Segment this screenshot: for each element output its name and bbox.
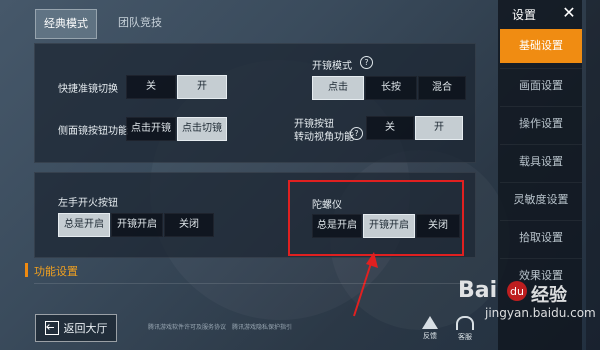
- scope-button-view-off-option[interactable]: 关: [366, 116, 414, 140]
- side-scope-toggle: 点击开镜 点击切镜: [126, 117, 228, 141]
- section-accent-bar: [25, 263, 28, 277]
- feedback-label: 反馈: [423, 332, 437, 340]
- scope-button-view-on-option[interactable]: 开: [415, 116, 463, 140]
- left-fire-label: 左手开火按钮: [58, 198, 118, 209]
- svg-text:du: du: [510, 285, 524, 298]
- scope-button-view-toggle: 关 开: [366, 116, 464, 140]
- sidebar-item-controls[interactable]: 操作设置: [500, 106, 582, 141]
- annotation-arrow: [353, 252, 378, 317]
- sidebar-item-sensitivity[interactable]: 灵敏度设置: [500, 182, 582, 217]
- support-label: 客服: [458, 333, 472, 341]
- tab-classic-mode[interactable]: 经典模式: [35, 9, 97, 39]
- quick-scope-on-option[interactable]: 开: [177, 75, 227, 99]
- close-icon[interactable]: ✕: [558, 2, 580, 24]
- scope-mode-label: 开镜模式: [312, 61, 352, 72]
- sidebar-item-graphics[interactable]: 画面设置: [500, 68, 582, 103]
- scope-settings-panel: [34, 43, 476, 163]
- annotation-highlight-box: [288, 180, 464, 256]
- help-icon[interactable]: ?: [360, 56, 373, 69]
- paw-icon: du: [507, 281, 527, 301]
- scope-mode-hold-option[interactable]: 长按: [365, 76, 417, 100]
- left-fire-selector: 总是开启 开镜开启 关闭: [58, 213, 215, 237]
- section-divider: [34, 283, 470, 284]
- back-to-lobby-button[interactable]: 返回大厅: [35, 314, 117, 342]
- quick-scope-toggle: 关 开: [126, 75, 228, 99]
- quick-scope-off-option[interactable]: 关: [126, 75, 176, 99]
- function-settings-title: 功能设置: [34, 265, 78, 278]
- sidebar-scrollbar[interactable]: [586, 0, 600, 350]
- scope-mode-tap-option[interactable]: 点击: [312, 76, 364, 100]
- settings-title: 设置: [512, 8, 537, 22]
- exit-icon: [44, 321, 59, 335]
- quick-scope-label: 快捷准镜切换: [58, 84, 118, 95]
- watermark-brand: Bai: [458, 278, 498, 303]
- feedback-button[interactable]: 反馈: [417, 315, 443, 345]
- side-scope-label: 侧面镜按钮功能: [58, 126, 128, 137]
- watermark-url: jingyan.baidu.com: [485, 306, 596, 320]
- scope-button-view-label-line2: 转动视角功能: [294, 132, 354, 143]
- left-fire-always-option[interactable]: 总是开启: [58, 213, 110, 237]
- support-button[interactable]: 客服: [452, 315, 478, 345]
- left-fire-scope-option[interactable]: 开镜开启: [111, 213, 163, 237]
- watermark-brand-jingyan: 经验: [531, 285, 567, 306]
- privacy-link[interactable]: 腾讯游戏隐私保护指引: [232, 322, 292, 331]
- headset-icon: [456, 316, 474, 330]
- help-icon[interactable]: ?: [350, 127, 363, 140]
- left-fire-off-option[interactable]: 关闭: [164, 213, 214, 237]
- sidebar-item-vehicle[interactable]: 载具设置: [500, 144, 582, 179]
- scope-mode-selector: 点击 长按 混合: [312, 76, 467, 100]
- sidebar-item-pickup[interactable]: 拾取设置: [500, 220, 582, 255]
- side-scope-click-open-option[interactable]: 点击开镜: [126, 117, 176, 141]
- sidebar-item-basic[interactable]: 基础设置: [500, 29, 582, 63]
- license-link[interactable]: 腾讯游戏软件许可及服务协议: [148, 322, 226, 331]
- scope-mode-mixed-option[interactable]: 混合: [418, 76, 466, 100]
- side-scope-click-switch-option[interactable]: 点击切镜: [177, 117, 227, 141]
- back-to-lobby-label: 返回大厅: [63, 322, 108, 335]
- warning-icon: [422, 316, 438, 329]
- tab-team-deathmatch[interactable]: 团队竞技: [105, 9, 175, 37]
